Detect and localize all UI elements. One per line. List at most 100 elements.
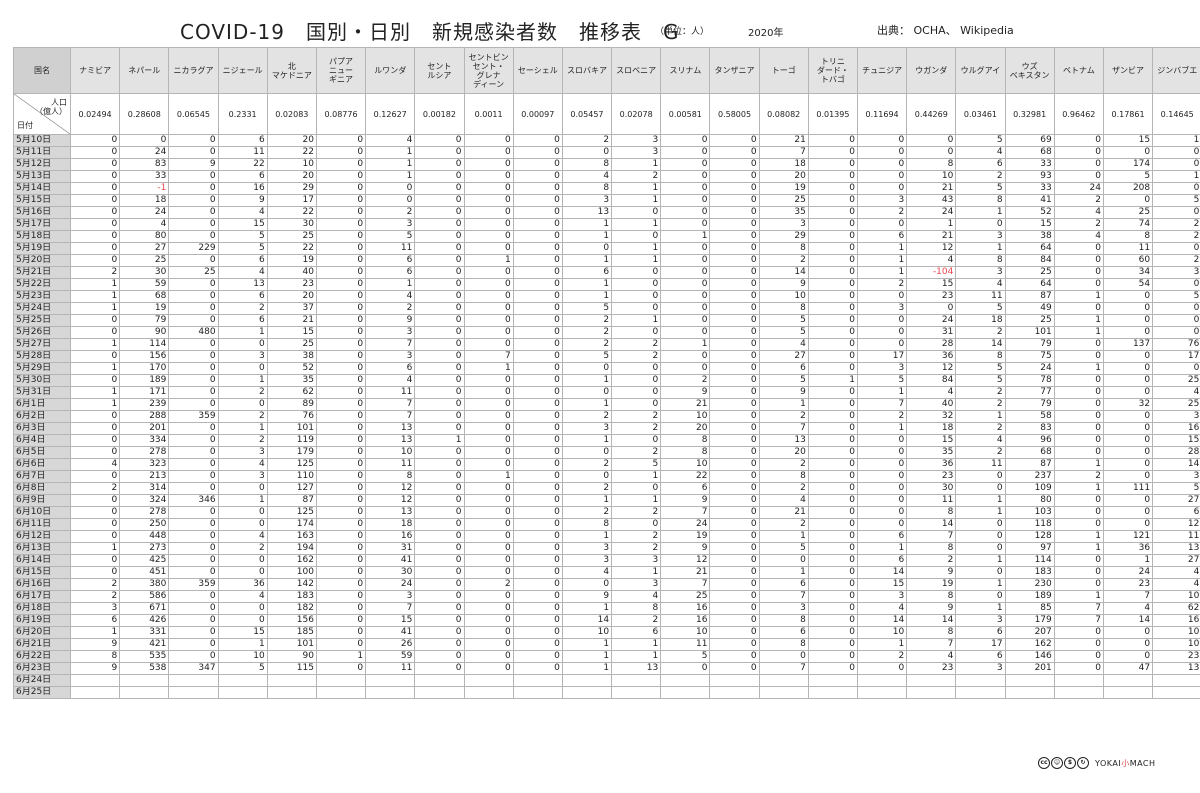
case-count-cell xyxy=(315,686,367,699)
case-count-cell: 8 xyxy=(561,182,613,195)
date-cell: 6月23日 xyxy=(13,662,71,675)
case-count-cell: 0 xyxy=(414,530,465,543)
case-count-cell: 0 xyxy=(414,242,465,255)
case-count-cell: 43 xyxy=(906,194,957,207)
case-count-cell: 0 xyxy=(512,326,563,339)
case-count-cell: 0 xyxy=(709,446,760,459)
case-count-cell: 0 xyxy=(315,434,367,447)
case-count-cell: 16 xyxy=(217,182,268,195)
case-count-cell: 3 xyxy=(856,362,908,375)
case-count-cell: 189 xyxy=(1004,590,1055,603)
case-count-cell: 14 xyxy=(856,566,908,579)
country-header: ナミビア xyxy=(69,47,121,94)
case-count-cell: 0 xyxy=(709,350,760,363)
case-count-cell: 0 xyxy=(168,182,219,195)
case-count-cell: 0 xyxy=(315,542,367,555)
case-count-cell: 0 xyxy=(69,206,121,219)
case-count-cell: 6 xyxy=(611,626,662,639)
case-count-cell xyxy=(69,674,121,687)
case-count-cell: 1 xyxy=(611,182,662,195)
case-count-cell: 0 xyxy=(168,206,219,219)
case-count-cell: 2 xyxy=(217,434,268,447)
case-count-cell: 22 xyxy=(660,470,711,483)
case-count-cell: 2 xyxy=(856,206,908,219)
case-count-cell: 109 xyxy=(1004,482,1055,495)
case-count-cell: 0 xyxy=(414,362,465,375)
case-count-cell: 0 xyxy=(1053,242,1104,255)
case-count-cell: 182 xyxy=(266,602,317,615)
country-header: トリニ ダード・ トバゴ xyxy=(807,47,859,94)
case-count-cell: 20 xyxy=(758,170,809,183)
case-count-cell: 2 xyxy=(611,422,662,435)
population-cell: 0.00182 xyxy=(414,93,465,135)
population-label: 人口 （億人） xyxy=(35,98,67,116)
case-count-cell: 11 xyxy=(1102,242,1154,255)
case-count-cell: 0 xyxy=(758,650,809,663)
case-count-cell: 0 xyxy=(414,650,465,663)
case-count-cell: 0 xyxy=(611,434,662,447)
case-count-cell: 6 xyxy=(217,254,268,267)
case-count-cell: 125 xyxy=(266,458,317,471)
case-count-cell: 2 xyxy=(1053,470,1104,483)
case-count-cell: 0 xyxy=(807,158,859,171)
case-count-cell: 0 xyxy=(955,530,1006,543)
case-count-cell: 1 xyxy=(906,218,957,231)
case-count-cell: 0 xyxy=(315,302,367,315)
case-count-cell: 22 xyxy=(217,158,268,171)
date-cell: 5月21日 xyxy=(13,266,71,279)
case-count-cell: 1 xyxy=(1152,170,1200,183)
case-count-cell: 15 xyxy=(1102,134,1154,147)
population-cell: 0.08776 xyxy=(315,93,367,135)
case-count-cell: 0 xyxy=(807,230,859,243)
case-count-cell: 76 xyxy=(1152,338,1200,351)
case-count-cell: 8 xyxy=(758,242,809,255)
case-count-cell: 14 xyxy=(906,614,957,627)
case-count-cell: 0 xyxy=(1102,422,1154,435)
case-count-cell: 0 xyxy=(1053,554,1104,567)
case-count-cell: 0 xyxy=(463,434,514,447)
case-count-cell: 2 xyxy=(758,254,809,267)
case-count-cell: 5 xyxy=(955,302,1006,315)
cases-table-container: 国名 ナミビア ネパール ニカラグア ニジェール北 マケドニア パプア ニュー ギニアル… xyxy=(13,47,1200,699)
case-count-cell: 0 xyxy=(709,290,760,303)
case-count-cell: 0 xyxy=(315,194,367,207)
case-count-cell: 0 xyxy=(807,302,859,315)
case-count-cell: 0 xyxy=(463,542,514,555)
case-count-cell: 11 xyxy=(365,458,416,471)
case-count-cell: 0 xyxy=(463,410,514,423)
case-count-cell: 114 xyxy=(1004,554,1055,567)
case-count-cell: 1 xyxy=(955,578,1006,591)
case-count-cell: 10 xyxy=(365,446,416,459)
population-cell: 0.02494 xyxy=(69,93,121,135)
case-count-cell: 6 xyxy=(1152,506,1200,519)
case-count-cell: 35 xyxy=(906,446,957,459)
case-count-cell: 6 xyxy=(69,614,121,627)
case-count-cell: 346 xyxy=(168,494,219,507)
case-count-cell: 4 xyxy=(561,170,613,183)
case-count-cell: 0 xyxy=(709,326,760,339)
case-count-cell: 10 xyxy=(906,170,957,183)
table-row: 6月13日 1 273 0 2 194 0 31 0 0 0 3 2 9 0 5 0 1 8 0 97 1 36 13 xyxy=(13,542,1200,555)
case-count-cell: 0 xyxy=(561,446,613,459)
case-count-cell: 0 xyxy=(463,602,514,615)
case-count-cell: 21 xyxy=(660,566,711,579)
case-count-cell: 174 xyxy=(1102,158,1154,171)
case-count-cell: 0 xyxy=(463,422,514,435)
date-cell: 6月16日 xyxy=(13,578,71,591)
case-count-cell: 83 xyxy=(1004,422,1055,435)
case-count-cell: 4 xyxy=(906,254,957,267)
case-count-cell: 0 xyxy=(69,170,121,183)
case-count-cell: 0 xyxy=(414,494,465,507)
case-count-cell xyxy=(463,674,514,687)
case-count-cell: 0 xyxy=(168,254,219,267)
case-count-cell: 0 xyxy=(709,194,760,207)
case-count-cell: 1 xyxy=(69,290,121,303)
date-cell: 5月16日 xyxy=(13,206,71,219)
case-count-cell: 0 xyxy=(69,254,121,267)
case-count-cell: 0 xyxy=(709,206,760,219)
case-count-cell: 0 xyxy=(168,398,219,411)
case-count-cell: 1 xyxy=(611,194,662,207)
case-count-cell: 0 xyxy=(709,230,760,243)
case-count-cell: 9 xyxy=(561,590,613,603)
case-count-cell: 0 xyxy=(660,266,711,279)
